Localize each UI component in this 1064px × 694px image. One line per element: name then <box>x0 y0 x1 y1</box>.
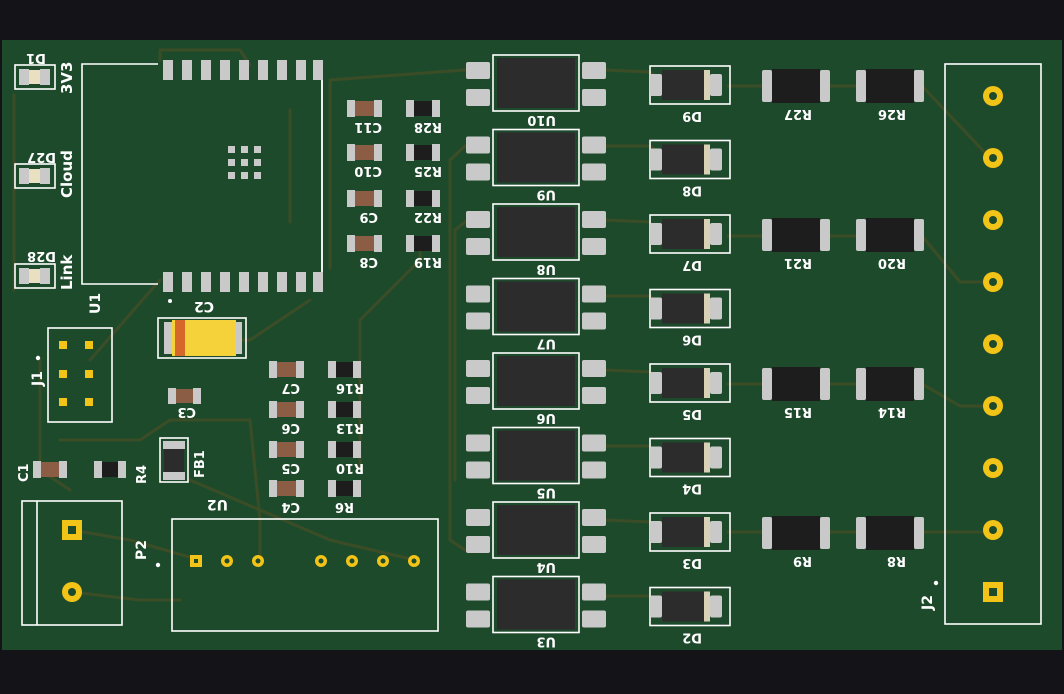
c2-label: C2 <box>194 298 214 314</box>
optocoupler-label: U3 <box>536 634 556 649</box>
resistor-label: R15 <box>784 404 812 419</box>
optocoupler-label: U10 <box>527 112 556 127</box>
diode-label: D3 <box>682 555 702 570</box>
r22-label: R22 <box>414 209 442 224</box>
u2-label: U2 <box>207 496 228 512</box>
resistor-label: R8 <box>887 553 906 568</box>
diode-label: D7 <box>682 257 702 272</box>
c3-label: C3 <box>177 404 196 419</box>
optocoupler-label: U5 <box>536 485 556 500</box>
c8-label: C8 <box>359 254 378 269</box>
diode-label: D8 <box>682 183 702 198</box>
c1-label: C1 <box>17 463 32 482</box>
c4-label: C4 <box>281 499 300 514</box>
optocoupler-label: U8 <box>536 261 556 276</box>
diode-label: D4 <box>682 481 702 496</box>
d28-label: D28 <box>27 248 56 263</box>
d1-label: D1 <box>26 50 46 65</box>
pcb-board-svg: U1 D1 3V3 D27 Cloud D28 Link J1 C1 R4 C2… <box>2 40 1062 650</box>
j1-label: J1 <box>30 371 46 387</box>
c6-label: C6 <box>281 420 300 435</box>
diode-label: D6 <box>682 332 702 347</box>
c7-label: C7 <box>281 380 300 395</box>
optocoupler-label: U9 <box>536 187 556 202</box>
resistor-label: R14 <box>878 404 906 419</box>
r28-label: R28 <box>414 119 442 134</box>
c5-label: C5 <box>281 460 300 475</box>
diode-label: D9 <box>682 108 702 123</box>
led-cloud-label: Cloud <box>58 150 76 198</box>
u1-label: U1 <box>88 293 104 314</box>
c10-label: C10 <box>354 163 382 178</box>
r13-label: R13 <box>336 420 364 435</box>
p2-label: P2 <box>134 540 150 560</box>
optocoupler-label: U6 <box>536 410 556 425</box>
pcb-render-view: U1 D1 3V3 D27 Cloud D28 Link J1 C1 R4 C2… <box>0 0 1064 690</box>
fb1-label: FB1 <box>193 450 208 478</box>
d27-label: D27 <box>27 149 56 164</box>
j2-label: J2 <box>920 595 936 611</box>
led-link-label: Link <box>58 254 76 290</box>
r4-label: R4 <box>135 465 150 484</box>
diode-label: D2 <box>682 630 702 645</box>
c9-label: C9 <box>359 209 378 224</box>
r25-label: R25 <box>414 163 442 178</box>
r10-label: R10 <box>336 460 364 475</box>
diode-label: D5 <box>682 406 702 421</box>
led-3v3-label: 3V3 <box>58 62 76 94</box>
c11-label: C11 <box>354 119 382 134</box>
r16-label: R16 <box>336 380 364 395</box>
r6-label: R6 <box>335 499 354 514</box>
r19-label: R19 <box>414 254 442 269</box>
resistor-label: R21 <box>784 255 812 270</box>
optocoupler-label: U7 <box>536 336 556 351</box>
optocoupler-label: U4 <box>536 559 556 574</box>
resistor-label: R27 <box>784 106 812 121</box>
resistor-label: R9 <box>793 553 812 568</box>
resistor-label: R26 <box>878 106 906 121</box>
resistor-label: R20 <box>878 255 906 270</box>
